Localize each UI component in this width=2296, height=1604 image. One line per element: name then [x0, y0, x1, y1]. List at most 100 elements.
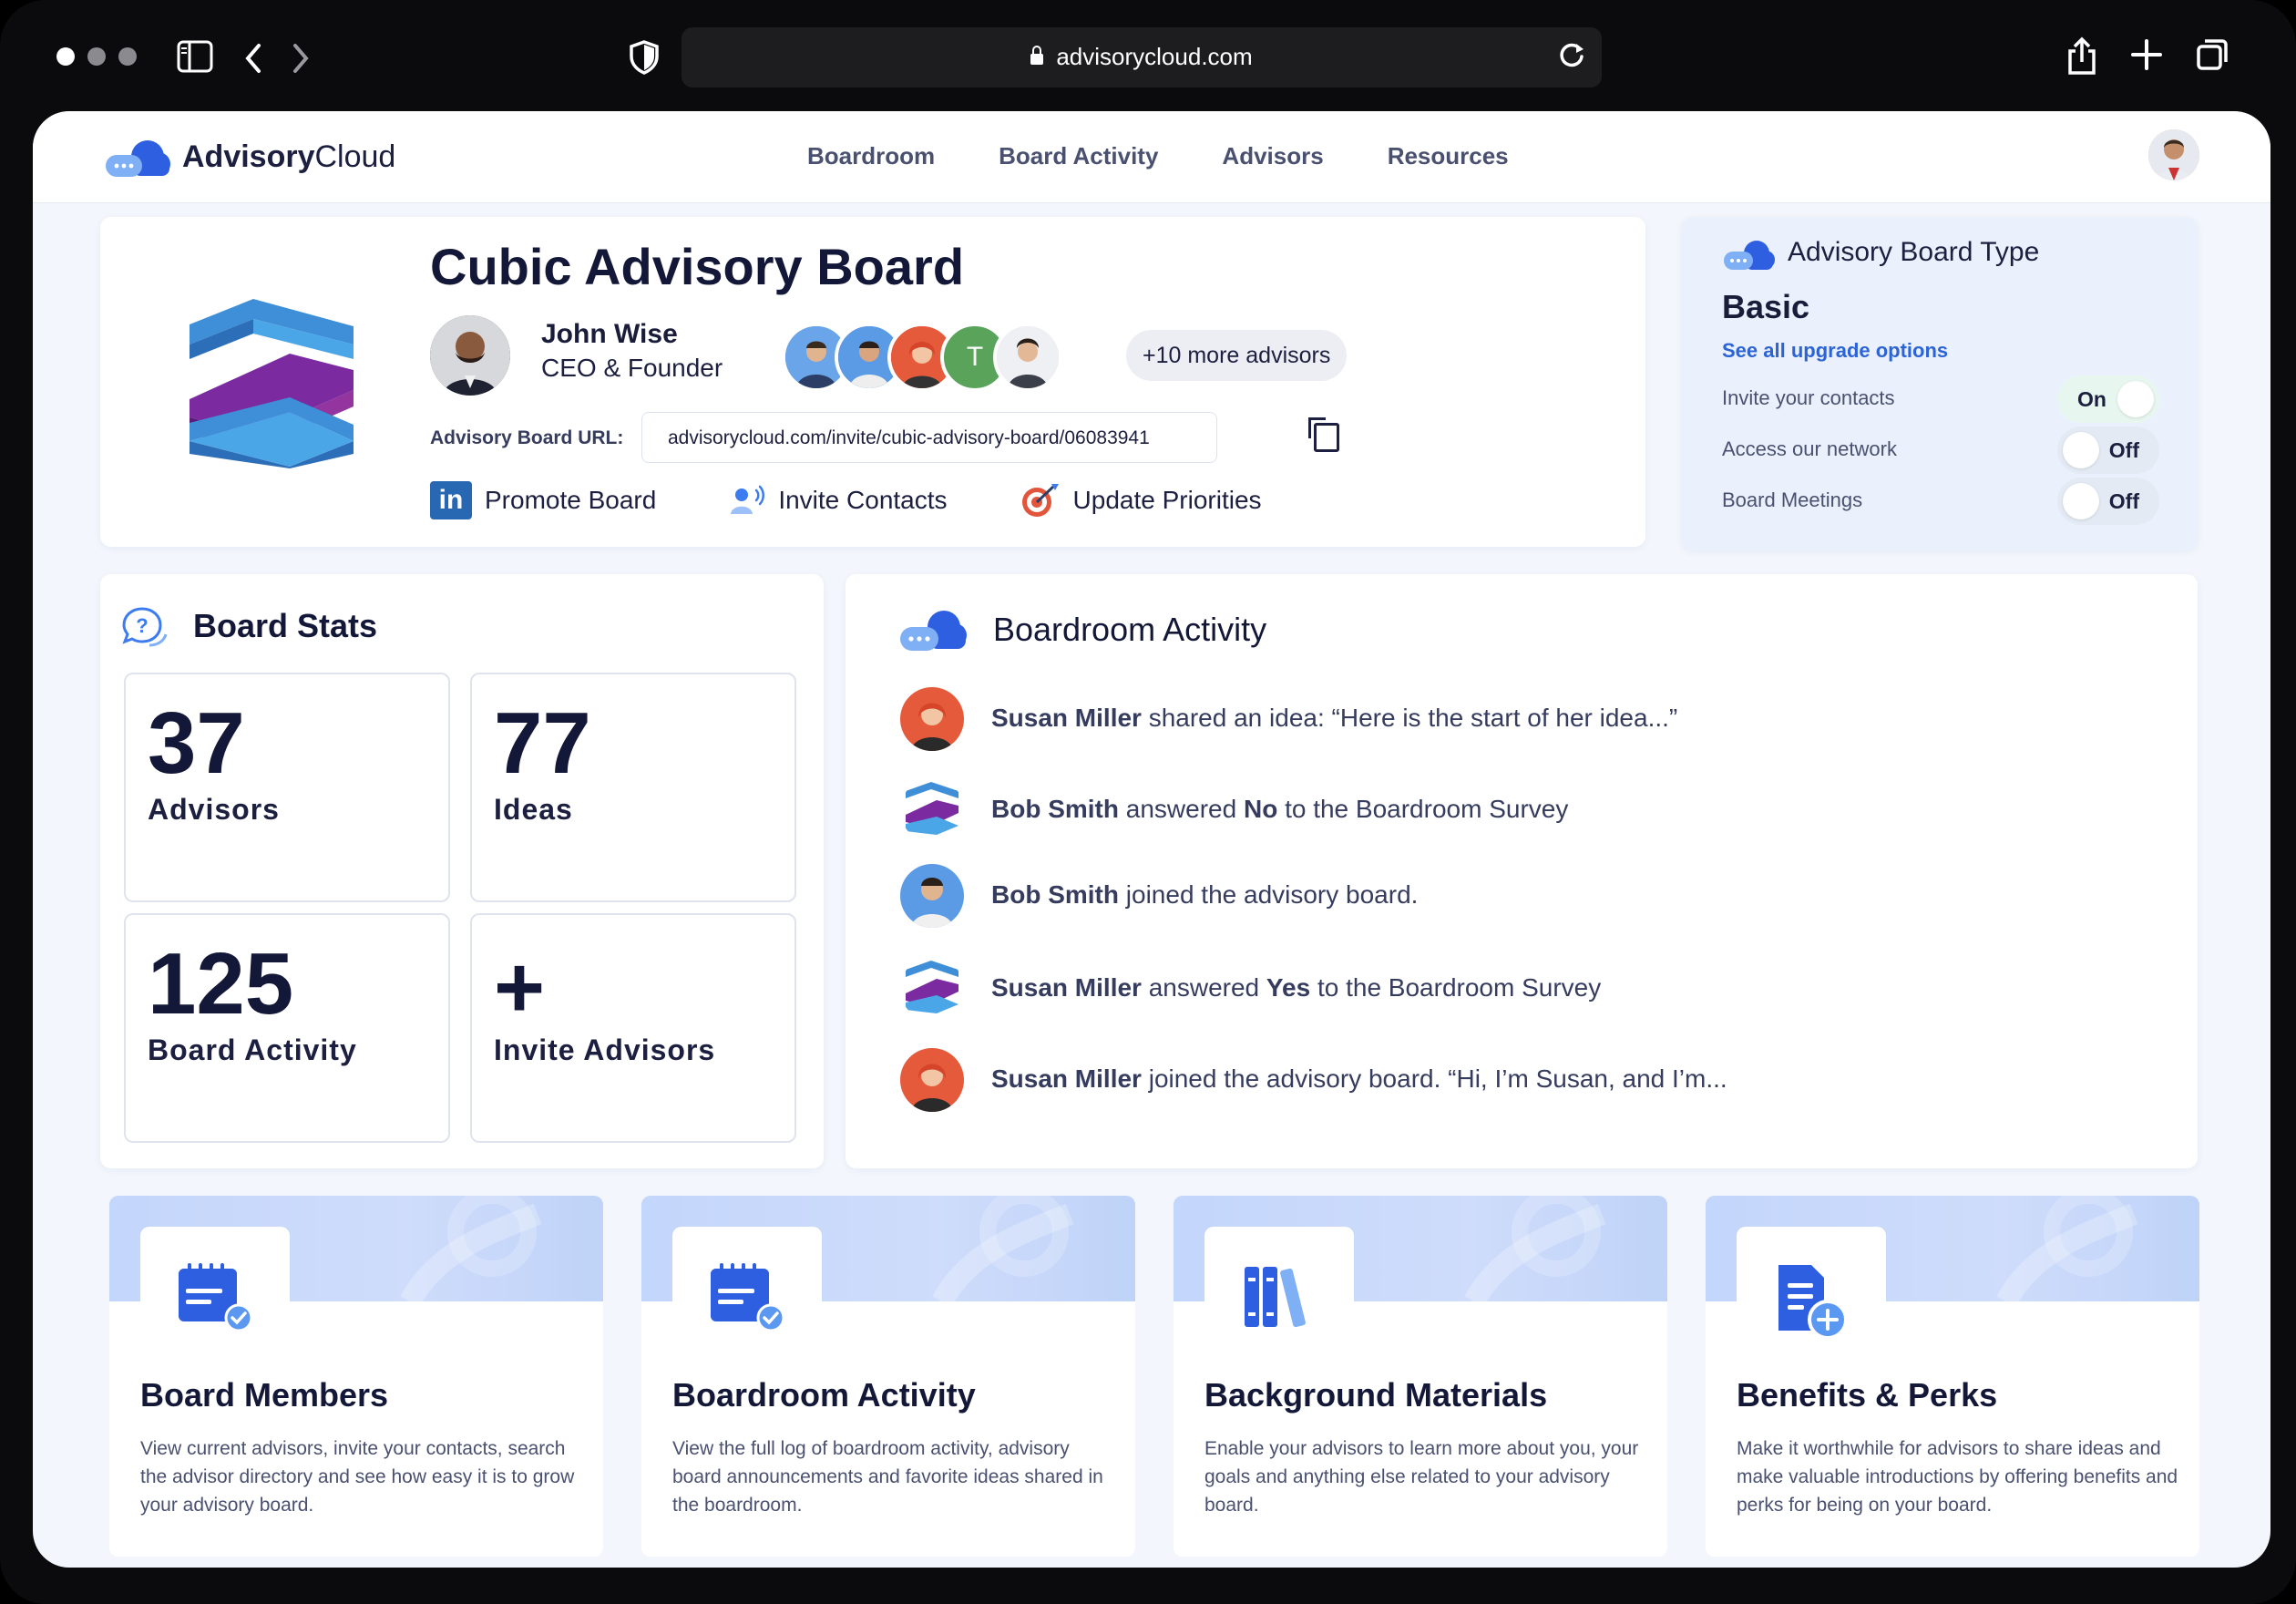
tabs-icon[interactable] — [2196, 38, 2229, 77]
activity-member-name[interactable]: Susan Miller — [991, 973, 1142, 1002]
svg-text:?: ? — [136, 614, 148, 637]
nav-link-advisors[interactable]: Advisors — [1222, 142, 1323, 170]
upgrade-options-link[interactable]: See all upgrade options — [1722, 339, 1948, 363]
feature-title: Boardroom Activity — [672, 1376, 976, 1414]
window-dot[interactable] — [87, 47, 106, 66]
stat-label: Advisors — [148, 793, 280, 826]
activity-answer: No — [1243, 795, 1278, 823]
owner-name: John Wise — [541, 319, 678, 349]
activity-item[interactable]: Susan Miller shared an idea: “Here is th… — [900, 687, 2158, 751]
feature-icon-box — [672, 1227, 822, 1345]
board-type-value: Basic — [1722, 288, 1810, 325]
feature-icon-box — [140, 1227, 290, 1345]
stat-tile-advisors[interactable]: 37 Advisors — [124, 673, 450, 902]
toggle-row-access-network: Access our network Off — [1722, 427, 2159, 474]
invite-advisors-label: Invite Advisors — [494, 1033, 716, 1066]
activity-item[interactable]: Bob Smith joined the advisory board. — [900, 864, 2158, 928]
toggle-knob — [2063, 483, 2099, 519]
toggle-row-invite-contacts: Invite your contacts On — [1722, 375, 2159, 423]
window-dot[interactable] — [118, 47, 137, 66]
boardroom-activity-title: Boardroom Activity — [993, 611, 1267, 648]
activity-text-part: joined the advisory board. — [1119, 880, 1419, 909]
member-avatar[interactable] — [900, 1048, 964, 1112]
member-avatar[interactable] — [900, 864, 964, 928]
activity-item[interactable]: Susan Miller answered Yes to the Boardro… — [900, 957, 2158, 1021]
advisorycloud-logo[interactable]: AdvisoryCloud — [102, 133, 395, 180]
toggle-state: On — [2077, 387, 2106, 411]
promote-board-button[interactable]: in Promote Board — [430, 481, 656, 519]
background-materials-card[interactable]: Background Materials Enable your advisors… — [1174, 1196, 1667, 1557]
stat-tile-ideas[interactable]: 77 Ideas — [470, 673, 796, 902]
reload-icon[interactable] — [1558, 40, 1585, 77]
update-priorities-button[interactable]: Update Priorities — [1020, 481, 1262, 519]
toggle-knob — [2063, 432, 2099, 468]
window-dot[interactable] — [56, 47, 75, 66]
board-meetings-toggle[interactable]: Off — [2057, 478, 2159, 525]
advisor-avatar-stack[interactable]: T — [782, 323, 1062, 392]
activity-item[interactable]: Bob Smith answered No to the Boardroom S… — [900, 778, 2158, 842]
stat-tile-board-activity[interactable]: 125 Board Activity — [124, 913, 450, 1143]
stat-number: 125 — [148, 935, 294, 1033]
feature-title: Board Members — [140, 1376, 389, 1414]
activity-text-part: shared an idea: “Here is the start of he… — [1141, 704, 1678, 732]
board-stats-card: ? Board Stats 37 Advisors 77 Ideas 125 B… — [100, 574, 824, 1168]
feature-description: Enable your advisors to learn more about… — [1204, 1438, 1639, 1516]
shield-icon[interactable] — [629, 40, 660, 81]
invite-advisors-button[interactable]: + Invite Advisors — [470, 913, 796, 1143]
activity-item[interactable]: Susan Miller joined the advisory board. … — [900, 1048, 2158, 1112]
calendar-check-icon — [703, 1260, 787, 1339]
board-type-heading: Advisory Board Type — [1788, 237, 2040, 267]
stat-number: 77 — [494, 694, 591, 792]
board-summary-card: Cubic Advisory Board John Wise CEO & Fou… — [100, 217, 1645, 547]
access-network-toggle[interactable]: Off — [2057, 427, 2159, 474]
board-type-card: Advisory Board Type Basic See all upgrad… — [1682, 217, 2198, 550]
stat-label: Board Activity — [148, 1033, 357, 1066]
document-add-icon — [1768, 1260, 1851, 1348]
browser-chrome: advisorycloud.com — [0, 0, 2296, 111]
owner-role: CEO & Founder — [541, 354, 723, 382]
forward-icon[interactable] — [290, 42, 312, 81]
toggle-row-board-meetings: Board Meetings Off — [1722, 478, 2159, 525]
board-actions: in Promote Board Invite Contacts Update … — [430, 481, 1262, 519]
invite-contacts-button[interactable]: Invite Contacts — [729, 481, 948, 519]
plus-icon: + — [494, 939, 546, 1036]
nav-link-board-activity[interactable]: Board Activity — [999, 142, 1158, 170]
sidebar-icon[interactable] — [177, 40, 213, 79]
activity-text: Bob Smith joined the advisory board. — [991, 880, 1418, 910]
feature-description: View current advisors, invite your conta… — [140, 1438, 575, 1516]
board-logo-avatar[interactable] — [900, 778, 964, 842]
board-url-field[interactable]: advisorycloud.com/invite/cubic-advisory-… — [641, 412, 1217, 463]
address-bar[interactable]: advisorycloud.com — [682, 27, 1602, 87]
more-advisors-pill[interactable]: +10 more advisors — [1126, 330, 1348, 381]
board-members-card[interactable]: Board Members View current advisors, invi… — [109, 1196, 603, 1557]
activity-text: Susan Miller answered Yes to the Boardro… — [991, 973, 1601, 1002]
web-page: AdvisoryCloud Boardroom Board Activity A… — [33, 111, 2270, 1568]
stat-number: 37 — [148, 694, 245, 792]
advisor-avatar[interactable] — [993, 323, 1062, 392]
cloud-logo-icon — [106, 140, 170, 177]
feature-description: Make it worthwhile for advisors to share… — [1737, 1438, 2178, 1516]
user-avatar[interactable] — [2148, 129, 2199, 180]
activity-member-name[interactable]: Susan Miller — [991, 1064, 1142, 1093]
new-tab-icon[interactable] — [2130, 38, 2163, 77]
activity-member-name[interactable]: Bob Smith — [991, 795, 1119, 823]
benefits-perks-card[interactable]: Benefits & Perks Make it worthwhile for a… — [1706, 1196, 2199, 1557]
toggle-label: Board Meetings — [1722, 488, 1863, 511]
copy-icon[interactable] — [1308, 417, 1339, 452]
activity-member-name[interactable]: Bob Smith — [991, 880, 1119, 909]
toggle-label: Invite your contacts — [1722, 386, 1895, 409]
share-icon[interactable] — [2066, 36, 2097, 83]
activity-member-name[interactable]: Susan Miller — [991, 704, 1142, 732]
nav-link-resources[interactable]: Resources — [1388, 142, 1509, 170]
top-navigation: AdvisoryCloud Boardroom Board Activity A… — [33, 111, 2270, 203]
board-title: Cubic Advisory Board — [430, 238, 965, 295]
owner-avatar[interactable] — [430, 315, 510, 396]
invite-contacts-label: Invite Contacts — [778, 486, 948, 514]
window-controls — [56, 47, 137, 66]
back-icon[interactable] — [242, 42, 264, 81]
invite-contacts-toggle[interactable]: On — [2057, 375, 2159, 423]
board-logo-avatar[interactable] — [900, 957, 964, 1021]
nav-link-boardroom[interactable]: Boardroom — [807, 142, 935, 170]
boardroom-activity-feature-card[interactable]: Boardroom Activity View the full log of b… — [641, 1196, 1135, 1557]
member-avatar[interactable] — [900, 687, 964, 751]
